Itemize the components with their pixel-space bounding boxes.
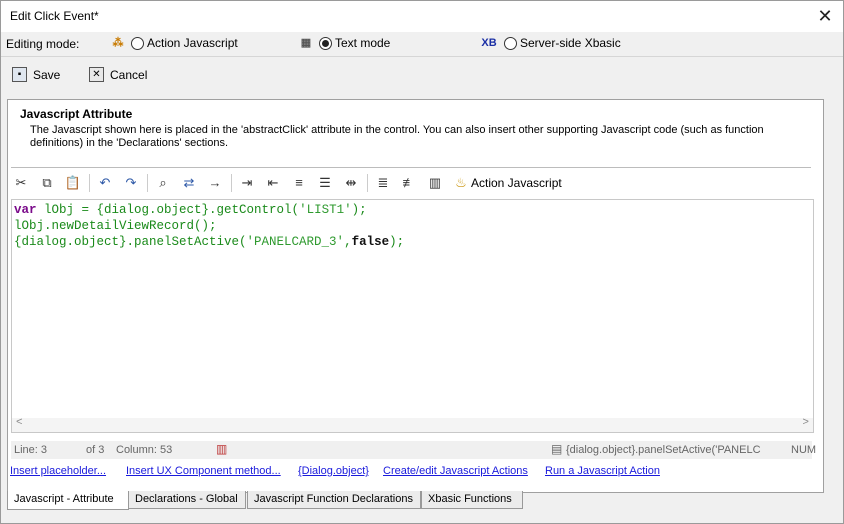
editor-toolbar: ✂ ⧉ 📋 ↶ ↷ ⌕ ⇄ → ⇥ ⇤ ≡ ☰ ⇹ ≣ ≢ ▥ ♨ Action… — [11, 170, 811, 196]
keyword: var — [14, 203, 37, 217]
toolbar-separator — [89, 174, 90, 192]
text-mode-icon: ▦ — [300, 37, 312, 49]
undo-icon[interactable]: ↶ — [95, 173, 115, 193]
toolbar-separator — [147, 174, 148, 192]
window-title: Edit Click Event* — [10, 9, 99, 23]
editing-mode-label: Editing mode: — [6, 37, 80, 51]
code-editor[interactable]: var lObj = {dialog.object}.getControl('L… — [11, 199, 814, 433]
redo-icon[interactable]: ↷ — [121, 173, 141, 193]
book-icon[interactable]: ▥ — [425, 173, 445, 193]
radio-action-javascript[interactable] — [131, 36, 144, 50]
tab-xbasic-functions[interactable]: Xbasic Functions — [421, 491, 523, 509]
cancel-icon: ✕ — [89, 67, 104, 82]
helper-links: Insert placeholder... Insert UX Componen… — [1, 465, 841, 479]
command-bar: ▪ Save ✕ Cancel — [1, 61, 843, 89]
save-label: Save — [33, 67, 61, 82]
genie-lamp-icon[interactable]: ♨ — [451, 173, 471, 193]
status-context: {dialog.object}.panelSetActive('PANELC — [566, 444, 761, 456]
code-line-3: {dialog.object}.panelSetActive('PANELCAR… — [14, 235, 405, 249]
book-icon[interactable]: ▥ — [216, 442, 227, 456]
create-edit-actions-link[interactable]: Create/edit Javascript Actions — [383, 465, 528, 477]
divider — [11, 167, 811, 168]
tab-javascript-function-declarations[interactable]: Javascript Function Declarations — [247, 491, 421, 509]
find-icon[interactable]: ⌕ — [153, 173, 173, 193]
title-bar: Edit Click Event* ✕ — [1, 1, 843, 32]
status-num: NUM — [791, 444, 817, 456]
tab-javascript-attribute[interactable]: Javascript - Attribute — [7, 491, 129, 510]
xbasic-icon: XB — [481, 37, 497, 49]
tab-declarations-global[interactable]: Declarations - Global — [128, 491, 246, 509]
paste-icon[interactable]: 📋 — [63, 173, 83, 193]
mode-option-server-xbasic[interactable]: XB Server-side Xbasic — [480, 36, 621, 50]
toolbar-separator — [367, 174, 368, 192]
action-javascript-button[interactable]: Action Javascript — [471, 176, 562, 190]
comment-icon[interactable]: ≣ — [373, 173, 393, 193]
run-action-link[interactable]: Run a Javascript Action — [545, 465, 660, 477]
save-icon: ▪ — [12, 67, 27, 82]
editing-mode-bar: Editing mode: ⁂ Action Javascript ▦ Text… — [1, 32, 843, 57]
cut-icon[interactable]: ✂ — [11, 173, 31, 193]
status-column: Column: 53 — [116, 444, 173, 456]
toolbar-separator — [231, 174, 232, 192]
expand-icon[interactable]: ⇹ — [341, 173, 361, 193]
align-right-icon[interactable]: ☰ — [315, 173, 335, 193]
insert-placeholder-link[interactable]: Insert placeholder... — [10, 465, 106, 477]
radio-text-mode[interactable] — [319, 36, 332, 50]
insert-ux-method-link[interactable]: Insert UX Component method... — [126, 465, 281, 477]
cancel-label: Cancel — [110, 67, 148, 82]
save-button[interactable]: ▪ Save — [12, 67, 60, 82]
code-content[interactable]: var lObj = {dialog.object}.getControl('L… — [14, 202, 404, 250]
indent-icon[interactable]: ⇥ — [237, 173, 257, 193]
scroll-left-icon[interactable]: < — [16, 417, 23, 429]
status-of: of 3 — [86, 444, 105, 456]
mode-option-label: Action Javascript — [147, 36, 238, 50]
panel-description: The Javascript shown here is placed in t… — [30, 124, 764, 149]
tab-strip: Javascript - Attribute Declarations - Gl… — [7, 491, 822, 511]
copy-icon[interactable]: ⧉ — [37, 173, 57, 193]
status-line: Line: 3 — [14, 444, 48, 456]
outdent-icon[interactable]: ⇤ — [263, 173, 283, 193]
scroll-right-icon[interactable]: > — [802, 417, 809, 429]
mode-option-label: Server-side Xbasic — [520, 36, 621, 50]
close-icon[interactable]: ✕ — [813, 4, 837, 28]
code-line-1: var lObj = {dialog.object}.getControl('L… — [14, 203, 367, 217]
radio-server-xbasic[interactable] — [504, 36, 517, 50]
replace-icon[interactable]: ⇄ — [179, 173, 199, 193]
dialog-object-link[interactable]: {Dialog.object} — [298, 465, 369, 477]
javascript-attribute-panel: Javascript Attribute The Javascript show… — [7, 99, 824, 493]
mode-option-label: Text mode — [335, 36, 391, 50]
format-icon[interactable]: ≡ — [289, 173, 309, 193]
document-icon: ▤ — [551, 442, 563, 456]
mode-option-action-javascript[interactable]: ⁂ Action Javascript — [111, 36, 238, 50]
horizontal-scrollbar[interactable]: < > — [12, 417, 813, 432]
dialog-window: Edit Click Event* ✕ Editing mode: ⁂ Acti… — [0, 0, 844, 524]
code-line-2: lObj.newDetailViewRecord(); — [14, 219, 217, 233]
uncomment-icon[interactable]: ≢ — [399, 173, 419, 193]
editor-status-bar: Line: 3 of 3 Column: 53 ▥ ▤ {dialog.obje… — [11, 441, 816, 459]
goto-icon[interactable]: → — [205, 173, 225, 193]
cancel-button[interactable]: ✕ Cancel — [89, 67, 147, 82]
panel-title: Javascript Attribute — [20, 107, 133, 121]
mode-option-text-mode[interactable]: ▦ Text mode — [299, 36, 391, 50]
action-javascript-icon: ⁂ — [112, 37, 124, 49]
